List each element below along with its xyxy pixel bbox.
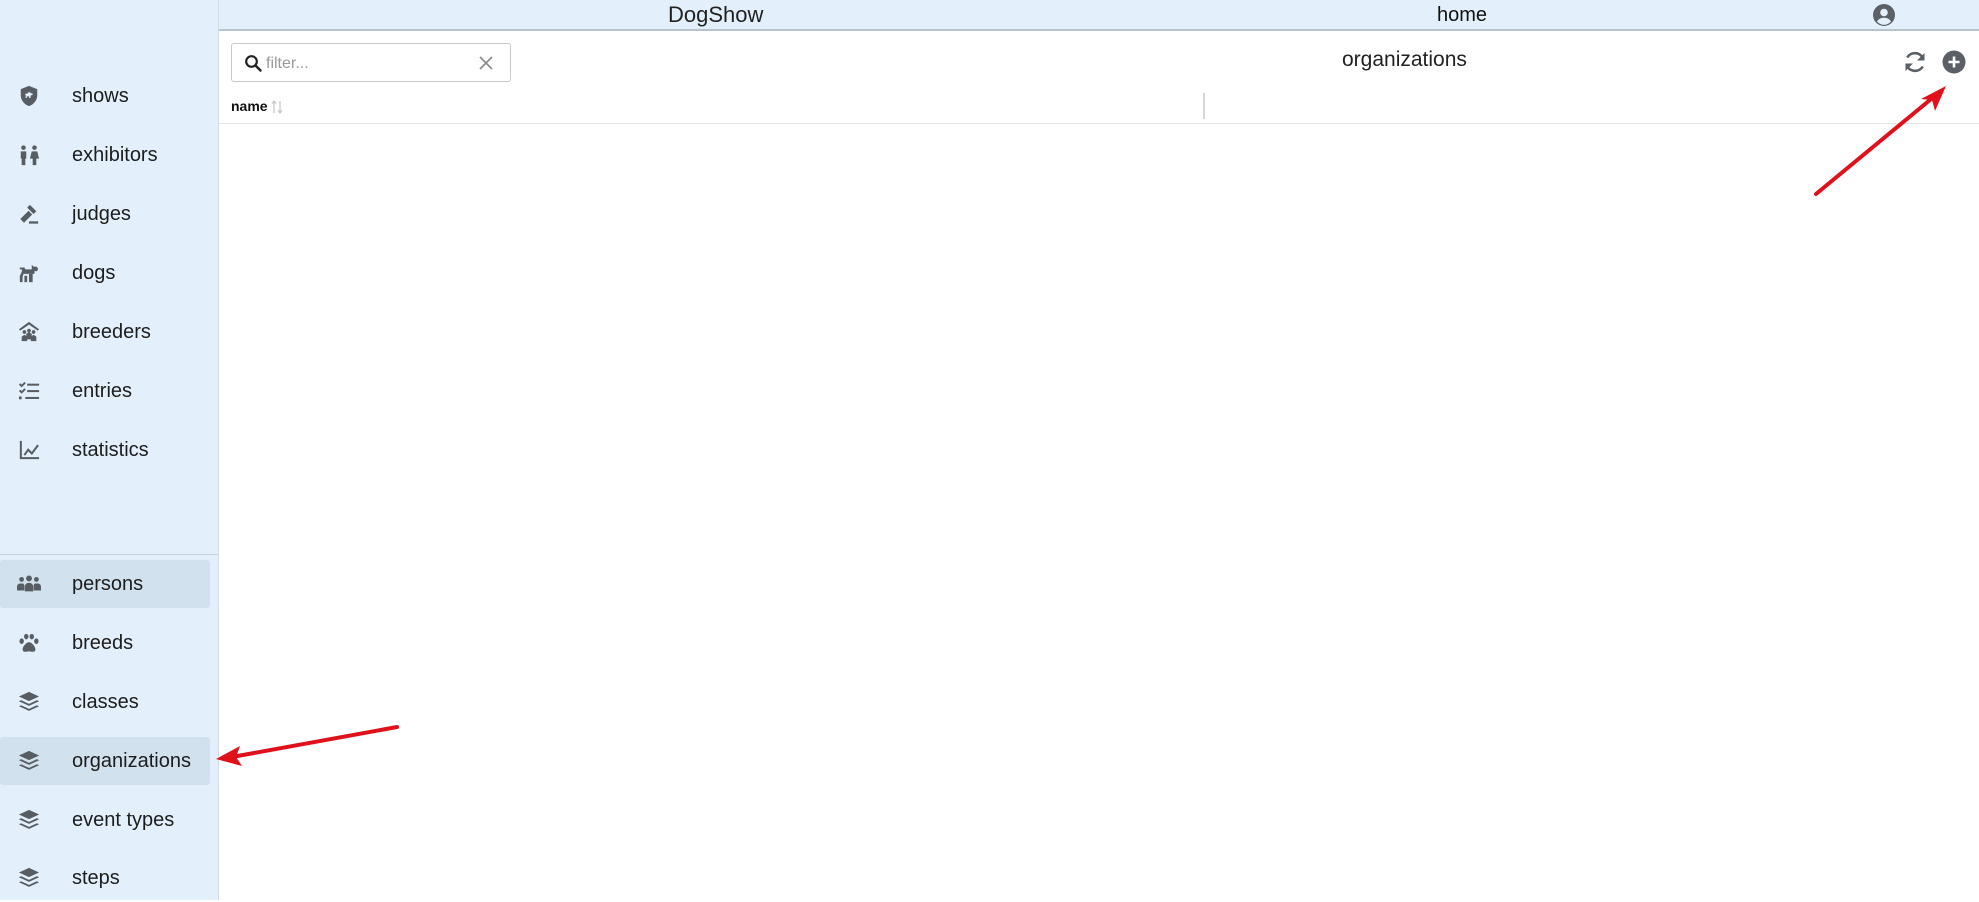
account-icon[interactable] [1872, 3, 1896, 27]
page-title: organizations [1342, 48, 1467, 71]
sidebar-item-breeders[interactable]: breeders [0, 308, 210, 356]
search-icon [244, 54, 262, 72]
column-divider[interactable] [1203, 93, 1205, 119]
sidebar-item-label: exhibitors [72, 143, 158, 166]
sidebar-item-steps[interactable]: steps [0, 854, 210, 902]
sidebar-item-breeds[interactable]: breeds [0, 619, 210, 667]
sidebar-item-label: event types [72, 808, 175, 831]
app-title: DogShow [668, 2, 764, 27]
sidebar-item-label: statistics [72, 438, 149, 461]
clear-icon[interactable] [477, 54, 495, 72]
line-chart-icon [16, 438, 42, 462]
checklist-icon [16, 379, 42, 403]
sidebar-item-label: entries [72, 379, 133, 402]
sidebar-divider [0, 554, 219, 555]
sidebar-item-organizations[interactable]: organizations [0, 737, 210, 785]
sidebar-item-label: classes [72, 690, 139, 713]
layers-icon [16, 866, 42, 890]
sidebar-item-persons[interactable]: persons [0, 560, 210, 608]
shield-dog-icon [16, 84, 42, 108]
table-header: name [219, 92, 1979, 124]
people-icon [16, 143, 42, 167]
top-bar: DogShow home [219, 0, 1979, 31]
sidebar-item-classes[interactable]: classes [0, 678, 210, 726]
house-people-icon [16, 320, 42, 344]
sidebar-item-label: organizations [72, 749, 191, 772]
sidebar-item-dogs[interactable]: dogs [0, 249, 210, 297]
layers-icon [16, 690, 42, 714]
sidebar-item-entries[interactable]: entries [0, 367, 210, 415]
sidebar-item-label: breeds [72, 631, 134, 654]
sidebar-item-label: dogs [72, 261, 116, 284]
filter-box [231, 43, 511, 82]
annotation-arrows [216, 86, 1946, 766]
sidebar-item-label: steps [72, 866, 120, 889]
paw-icon [16, 631, 42, 655]
add-button[interactable] [1942, 50, 1966, 74]
gavel-icon [16, 202, 42, 226]
sidebar: shows exhibitors judges dogs breeders en… [0, 0, 219, 900]
sidebar-item-label: breeders [72, 320, 151, 343]
sidebar-item-statistics[interactable]: statistics [0, 426, 210, 474]
sidebar-item-label: shows [72, 84, 129, 107]
arrow-to-organizations [216, 725, 399, 766]
dog-icon [16, 261, 42, 285]
sidebar-item-label: persons [72, 572, 144, 595]
sidebar-item-judges[interactable]: judges [0, 190, 210, 238]
plus-circle-icon [1942, 50, 1966, 74]
sidebar-item-shows[interactable]: shows [0, 72, 210, 120]
layers-icon [16, 749, 42, 773]
column-header-name[interactable]: name [231, 98, 268, 114]
sidebar-item-label: judges [72, 202, 131, 225]
filter-input[interactable] [264, 50, 468, 77]
sort-icon[interactable] [271, 99, 283, 115]
home-link[interactable]: home [1437, 4, 1487, 27]
persons-icon [16, 572, 42, 596]
sidebar-item-exhibitors[interactable]: exhibitors [0, 131, 210, 179]
sidebar-item-event-types[interactable]: event types [0, 796, 210, 844]
layers-icon [16, 808, 42, 832]
refresh-icon [1905, 51, 1925, 73]
refresh-button[interactable] [1903, 50, 1927, 74]
